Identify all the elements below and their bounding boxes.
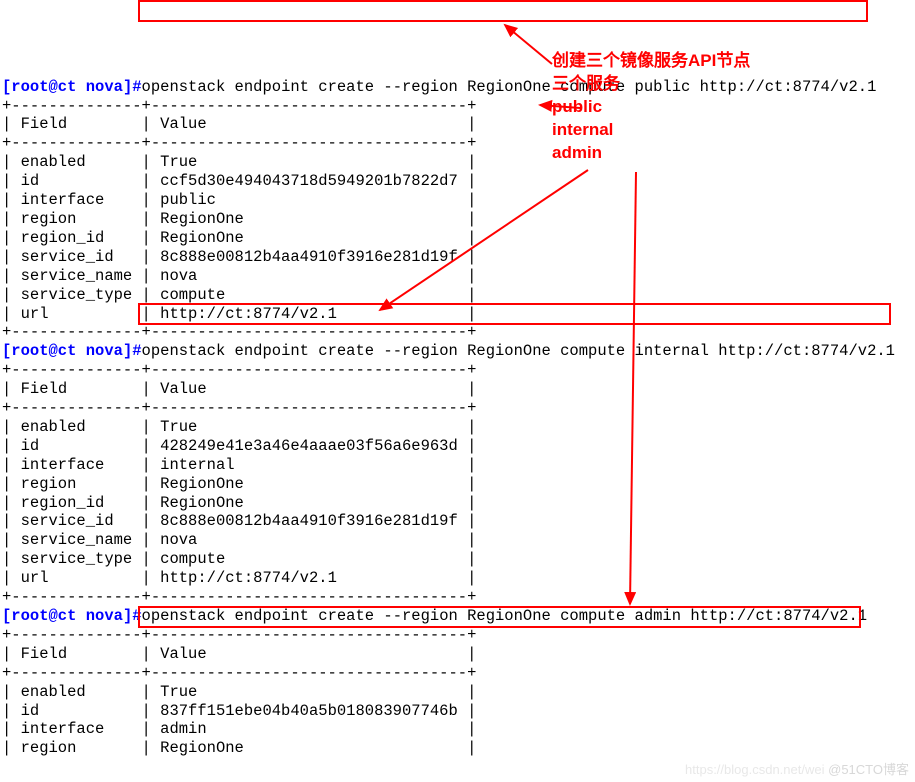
- cell-region-id: RegionOne: [160, 494, 244, 512]
- cell-enabled: True: [160, 683, 197, 701]
- cell-interface: public: [160, 191, 216, 209]
- table-sep: +--------------+------------------------…: [2, 588, 476, 606]
- prompt-root: [root@ct: [2, 607, 86, 625]
- arrow-to-admin-cmd: [630, 172, 636, 604]
- col-field: Field: [21, 380, 68, 398]
- command-admin: openstack endpoint create --region Regio…: [142, 607, 868, 625]
- cell-region: RegionOne: [160, 739, 244, 757]
- table-sep: +--------------+------------------------…: [2, 361, 476, 379]
- watermark: https://blog.csdn.net/wei @51CTO博客: [678, 746, 909, 778]
- col-value: Value: [160, 645, 207, 663]
- prompt-end: ]#: [123, 607, 142, 625]
- prompt-root: [root@ct: [2, 78, 86, 96]
- prompt-root: [root@ct: [2, 342, 86, 360]
- col-field: Field: [21, 115, 68, 133]
- table-sep: +--------------+------------------------…: [2, 323, 476, 341]
- annot-line4: internal: [552, 120, 613, 139]
- annot-line5: admin: [552, 143, 602, 162]
- prompt-path: nova: [86, 342, 123, 360]
- table-sep: +--------------+------------------------…: [2, 399, 476, 417]
- cell-interface: internal: [160, 456, 234, 474]
- cell-service-id: 8c888e00812b4aa4910f3916e281d19f: [160, 248, 458, 266]
- cell-id: 428249e41e3a46e4aaae03f56a6e963d: [160, 437, 458, 455]
- prompt-path: nova: [86, 78, 123, 96]
- cell-id: ccf5d30e494043718d5949201b7822d7: [160, 172, 458, 190]
- col-value: Value: [160, 380, 207, 398]
- annot-line1: 创建三个镜像服务API节点: [552, 51, 750, 70]
- prompt-end: ]#: [123, 342, 142, 360]
- table-sep: +--------------+------------------------…: [2, 626, 476, 644]
- cell-region: RegionOne: [160, 475, 244, 493]
- cell-service-type: compute: [160, 550, 225, 568]
- cell-enabled: True: [160, 153, 197, 171]
- terminal-output: [root@ct nova]#openstack endpoint create…: [2, 78, 895, 758]
- cell-service-type: compute: [160, 286, 225, 304]
- cell-id: 837ff151ebe04b40a5b018083907746b: [160, 702, 458, 720]
- table-sep: +--------------+------------------------…: [2, 134, 476, 152]
- cell-service-name: nova: [160, 267, 197, 285]
- annotation-label: 创建三个镜像服务API节点 三个服务 public internal admin: [552, 50, 750, 165]
- arrow-to-public-cmd: [505, 25, 552, 64]
- command-internal: openstack endpoint create --region Regio…: [142, 342, 895, 360]
- annot-line3: public: [552, 97, 602, 116]
- command-public: openstack endpoint create --region Regio…: [142, 78, 877, 96]
- cell-enabled: True: [160, 418, 197, 436]
- cell-region-id: RegionOne: [160, 229, 244, 247]
- cell-service-name: nova: [160, 531, 197, 549]
- cell-url: http://ct:8774/v2.1: [160, 569, 337, 587]
- cell-service-id: 8c888e00812b4aa4910f3916e281d19f: [160, 512, 458, 530]
- cell-url: http://ct:8774/v2.1: [160, 305, 337, 323]
- cell-region: RegionOne: [160, 210, 244, 228]
- col-field: Field: [21, 645, 68, 663]
- highlight-cmd-public: [138, 0, 868, 22]
- table-sep: +--------------+------------------------…: [2, 97, 476, 115]
- annot-line2: 三个服务: [552, 74, 620, 93]
- table-sep: +--------------+------------------------…: [2, 664, 476, 682]
- col-value: Value: [160, 115, 207, 133]
- prompt-path: nova: [86, 607, 123, 625]
- cell-interface: admin: [160, 720, 207, 738]
- prompt-end: ]#: [123, 78, 142, 96]
